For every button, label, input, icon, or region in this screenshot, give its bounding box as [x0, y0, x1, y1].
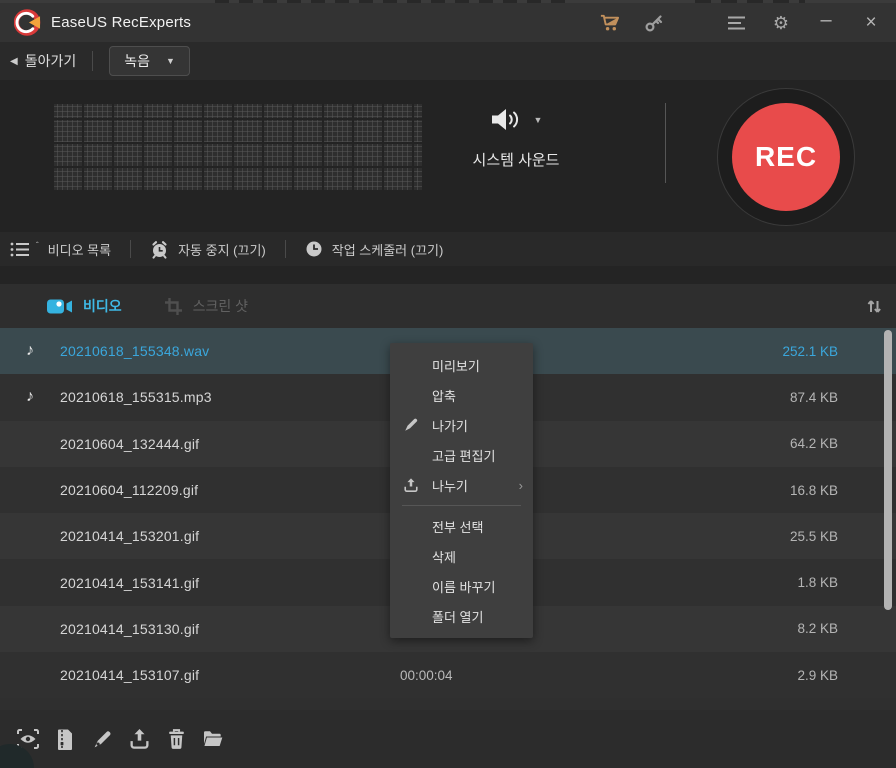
delete-trash-icon[interactable]	[163, 726, 189, 752]
tab-video-list[interactable]: ˆ 비디오 목록	[10, 240, 111, 259]
file-name: 20210414_153141.gif	[60, 575, 199, 591]
menu-separator	[402, 505, 521, 506]
file-size: 25.5 KB	[790, 529, 838, 544]
open-folder-icon[interactable]	[200, 726, 226, 752]
video-camera-icon	[46, 298, 73, 315]
chevron-down-icon: ▼	[166, 56, 175, 66]
mode-dropdown[interactable]: 녹음 ▼	[109, 46, 190, 76]
menu-item-open-folder[interactable]: 폴더 열기	[390, 601, 533, 631]
menu-item-delete[interactable]: 삭제	[390, 541, 533, 571]
back-button[interactable]: ◀ 돌아가기	[10, 51, 76, 71]
audio-source-block: ▼ 시스템 사운드	[436, 106, 596, 170]
edit-pen-icon[interactable]	[89, 726, 115, 752]
tab-task-scheduler[interactable]: 작업 스케줄러 (끄기)	[305, 240, 444, 259]
file-size: 16.8 KB	[790, 483, 838, 498]
list-item[interactable]: 20210414_153107.gif 00:00:04 2.9 KB	[0, 652, 896, 698]
app-title: EaseUS RecExperts	[51, 14, 191, 31]
share-icon	[403, 477, 419, 493]
bottom-toolbar	[0, 710, 896, 768]
file-name: 20210414_153130.gif	[60, 621, 199, 637]
menu-item-rename[interactable]: 이름 바꾸기	[390, 571, 533, 601]
caret-up-icon: ˆ	[36, 241, 39, 250]
file-name: 20210414_153107.gif	[60, 667, 199, 683]
scrollbar-thumb[interactable]	[884, 330, 892, 610]
menu-item-advanced-editor[interactable]: 고급 편집기	[390, 440, 533, 470]
divider	[665, 103, 666, 183]
tab-auto-stop[interactable]: 자동 중지 (끄기)	[150, 240, 266, 259]
rec-button[interactable]: REC	[717, 88, 855, 226]
file-name: 20210414_153201.gif	[60, 528, 199, 544]
menu-item-export[interactable]: 나가기	[390, 410, 533, 440]
list-icon	[10, 241, 31, 258]
tools-bar: ˆ 비디오 목록 자동 중지 (끄기) 작업 스케줄러 (끄기)	[0, 232, 896, 266]
speaker-icon	[490, 106, 524, 133]
app-logo-icon	[14, 9, 41, 36]
tab-screenshots[interactable]: 스크린 샷	[164, 296, 248, 316]
music-note-icon: ♪	[0, 342, 60, 360]
library-tabs: 비디오 스크린 샷	[0, 284, 896, 328]
chevron-down-icon: ▼	[534, 115, 543, 125]
menu-item-compress[interactable]: 압축	[390, 380, 533, 410]
alarm-icon	[150, 240, 169, 259]
rec-button-label: REC	[755, 141, 817, 173]
file-size: 8.2 KB	[797, 621, 838, 636]
waveform-grid	[52, 104, 422, 192]
back-arrow-icon: ◀	[10, 56, 18, 67]
file-name: 20210618_155348.wav	[60, 343, 209, 359]
crop-icon	[164, 297, 183, 316]
menu-item-select-all[interactable]: 전부 선택	[390, 511, 533, 541]
app-window: EaseUS RecExperts	[0, 0, 896, 768]
close-button[interactable]: ×	[860, 12, 882, 34]
share-upload-icon[interactable]	[126, 726, 152, 752]
sort-icon[interactable]	[866, 298, 882, 315]
clock-icon	[305, 240, 323, 258]
menu-item-split[interactable]: 나누기 ›	[390, 470, 533, 500]
menu-item-preview[interactable]: 미리보기	[390, 350, 533, 380]
cart-icon[interactable]	[598, 12, 620, 34]
file-size: 1.8 KB	[797, 575, 838, 590]
license-key-icon[interactable]	[643, 12, 665, 34]
submenu-arrow-icon: ›	[519, 478, 523, 493]
divider	[285, 240, 286, 258]
audio-source-label: 시스템 사운드	[436, 149, 596, 170]
divider	[92, 51, 93, 71]
file-name: 20210604_112209.gif	[60, 482, 198, 498]
pen-icon	[403, 417, 419, 433]
file-size: 2.9 KB	[797, 668, 838, 683]
nav-bar: ◀ 돌아가기 녹음 ▼	[0, 42, 896, 80]
audio-source-selector[interactable]: ▼	[436, 106, 596, 133]
file-name: 20210618_155315.mp3	[60, 389, 212, 405]
context-menu: 미리보기 압축 나가기 고급 편집기 나누기 ›	[390, 343, 533, 638]
spacer	[0, 266, 896, 284]
minimize-button[interactable]: –	[815, 12, 837, 34]
file-size: 64.2 KB	[790, 436, 838, 451]
music-note-icon: ♪	[0, 388, 60, 406]
divider	[130, 240, 131, 258]
settings-gear-icon[interactable]: ⚙	[770, 12, 792, 34]
compress-zip-icon[interactable]	[52, 726, 78, 752]
file-size: 252.1 KB	[782, 344, 838, 359]
tab-videos[interactable]: 비디오	[46, 296, 122, 316]
titlebar: EaseUS RecExperts	[0, 3, 896, 42]
file-size: 87.4 KB	[790, 390, 838, 405]
recording-stage: ▼ 시스템 사운드 REC	[0, 80, 896, 232]
file-name: 20210604_132444.gif	[60, 436, 199, 452]
file-duration: 00:00:04	[400, 668, 453, 683]
main-menu-icon[interactable]	[725, 12, 747, 34]
